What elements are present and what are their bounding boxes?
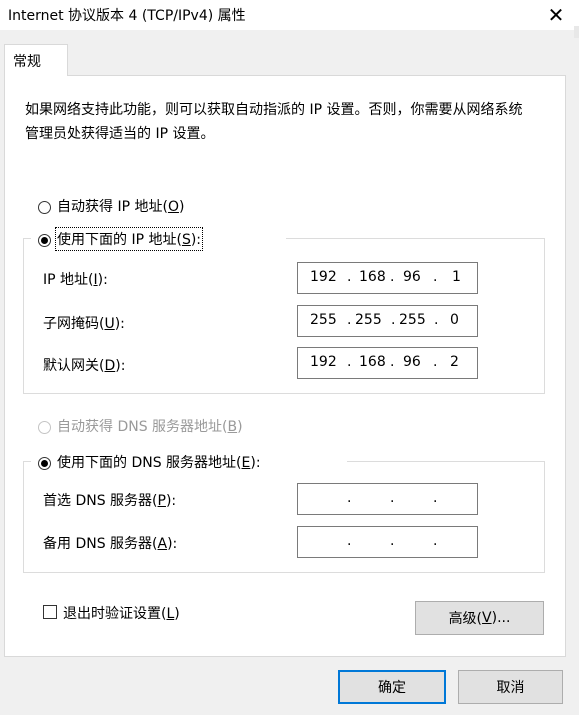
preferred-dns-label: 首选 DNS 服务器(P): bbox=[43, 493, 177, 509]
tab-general-label: 常规 bbox=[13, 54, 41, 70]
description-text: 如果网络支持此功能，则可以获取自动指派的 IP 设置。否则，你需要从网络系统管理… bbox=[25, 102, 523, 142]
manual-ip-label[interactable]: 使用下面的 IP 地址(S): bbox=[54, 227, 204, 251]
auto-ip-label[interactable]: 自动获得 IP 地址(O) bbox=[57, 196, 184, 216]
ok-button[interactable]: 确定 bbox=[338, 670, 446, 704]
subnet-mask-label: 子网掩码(U): bbox=[43, 316, 125, 332]
tab-general[interactable]: 常规 bbox=[4, 44, 68, 76]
window-edge-fragment bbox=[574, 26, 579, 38]
subnet-mask-field[interactable]: 255 . 255 . 255 . 0 bbox=[297, 305, 478, 337]
validate-on-exit-label[interactable]: 退出时验证设置(L) bbox=[63, 603, 180, 623]
default-gateway-label: 默认网关(D): bbox=[43, 358, 126, 374]
auto-dns-label: 自动获得 DNS 服务器地址(B) bbox=[57, 419, 243, 435]
title-bar: Internet 协议版本 4 (TCP/IPv4) 属性 ✕ bbox=[0, 0, 579, 30]
alternate-dns-label: 备用 DNS 服务器(A): bbox=[43, 536, 178, 552]
alternate-dns-field[interactable]: . . . bbox=[297, 526, 478, 558]
auto-ip-radio[interactable] bbox=[38, 201, 51, 214]
default-gateway-field[interactable]: 192 . 168 . 96 . 2 bbox=[297, 347, 478, 379]
close-icon: ✕ bbox=[547, 3, 565, 27]
manual-ip-radio[interactable] bbox=[38, 234, 51, 247]
ip-address-label: IP 地址(I): bbox=[43, 272, 108, 288]
advanced-button[interactable]: 高级(V)... bbox=[415, 601, 544, 635]
auto-dns-radio[interactable] bbox=[38, 421, 51, 434]
window-title: Internet 协议版本 4 (TCP/IPv4) 属性 bbox=[8, 8, 246, 24]
ip-address-field[interactable]: 192 . 168 . 96 . 1 bbox=[297, 262, 478, 294]
cancel-button[interactable]: 取消 bbox=[458, 670, 563, 704]
manual-dns-label[interactable]: 使用下面的 DNS 服务器地址(E): bbox=[57, 452, 261, 472]
close-button[interactable]: ✕ bbox=[541, 2, 571, 28]
manual-dns-radio[interactable] bbox=[38, 457, 51, 470]
general-panel: 如果网络支持此功能，则可以获取自动指派的 IP 设置。否则，你需要从网络系统管理… bbox=[4, 75, 566, 657]
validate-on-exit-checkbox[interactable] bbox=[43, 605, 57, 619]
preferred-dns-field[interactable]: . . . bbox=[297, 483, 478, 515]
